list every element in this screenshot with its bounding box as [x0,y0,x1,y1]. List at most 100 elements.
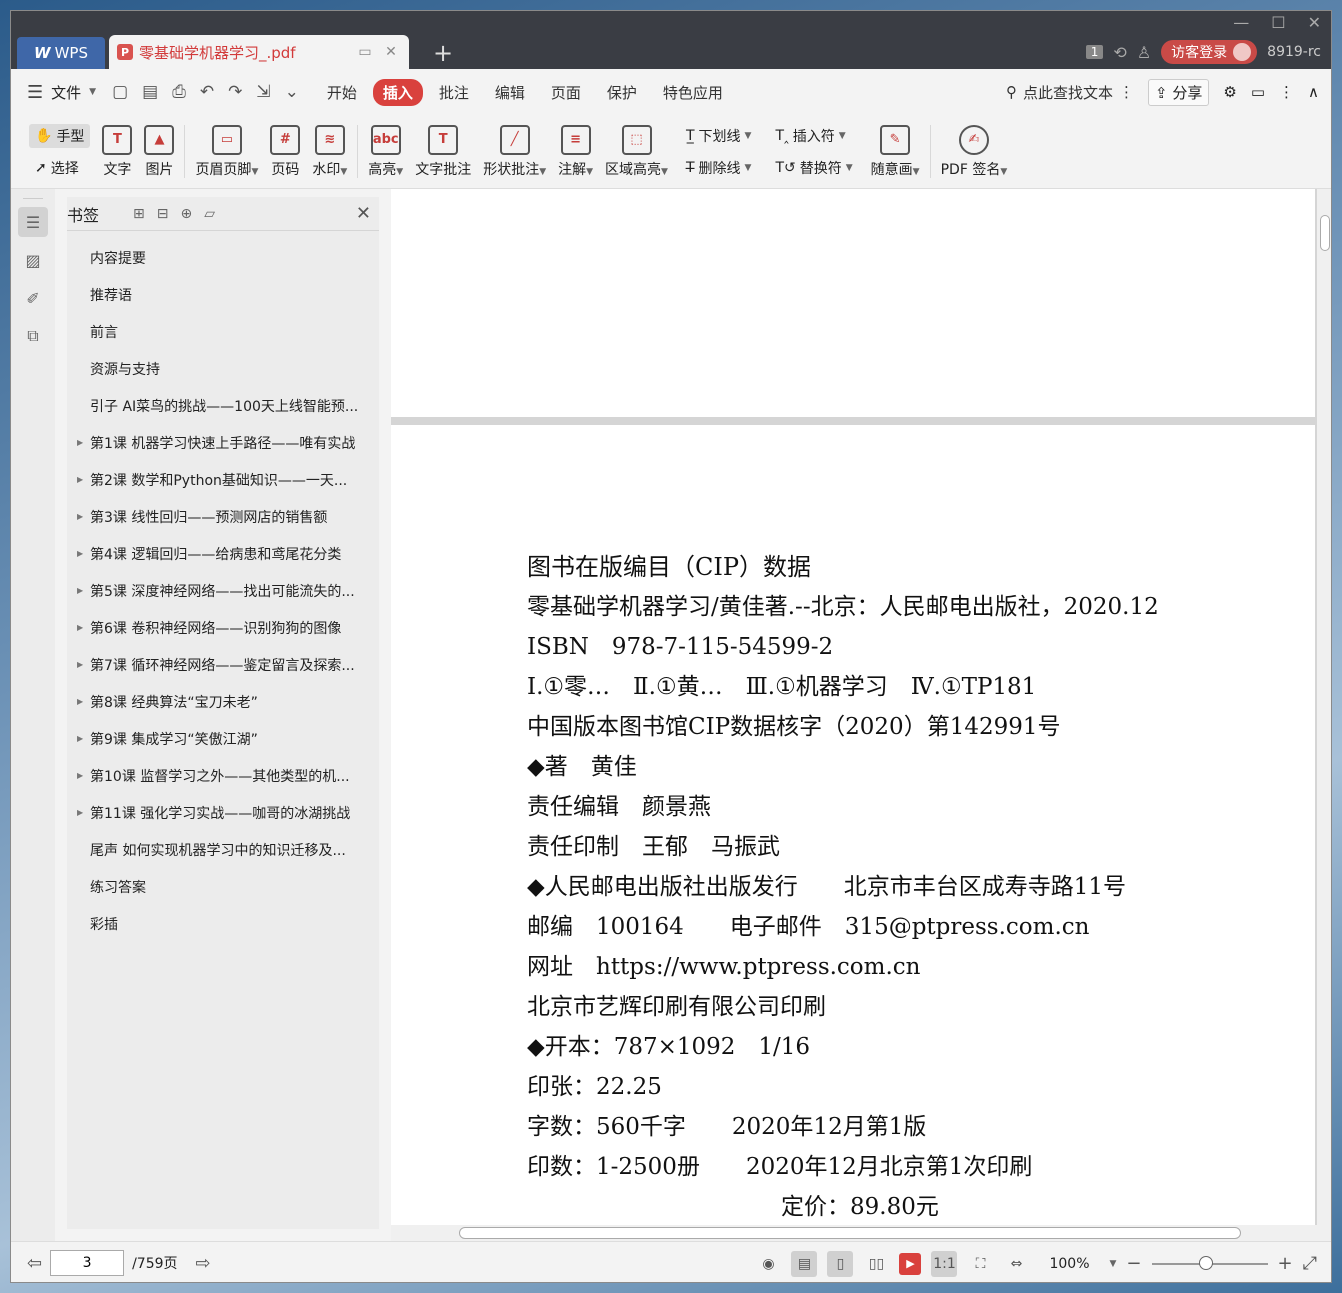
expand-arrow-icon[interactable]: ▶ [77,549,90,558]
eye-protection-icon[interactable]: ◉ [755,1251,781,1277]
horizontal-scrollbar[interactable] [391,1225,1317,1241]
zoom-level[interactable]: 100% [1039,1256,1099,1272]
window-count-badge[interactable]: 1 [1085,45,1104,59]
guest-login-button[interactable]: 访客登录 [1161,40,1258,64]
open-folder-icon[interactable]: ▢ [112,82,128,102]
zoom-slider[interactable] [1151,1255,1268,1270]
bookmark-item[interactable]: 尾声 如何实现机器学习中的知识迁移及... [67,831,379,868]
insert-image-button[interactable]: ▲ 图片 [138,115,180,188]
skin-shirt-icon[interactable]: ♙ [1137,43,1151,62]
bookmark-item[interactable]: 练习答案 [67,868,379,905]
document-tab[interactable]: P 零基础学机器学习_.pdf ▭ ✕ [109,35,409,69]
more-quick-access-icon[interactable]: ⌄ [285,82,299,102]
bookmark-item[interactable]: ▶ 第1课 机器学习快速上手路径——唯有实战 [67,424,379,461]
add-bookmark-icon[interactable]: ⊕ [180,206,192,222]
bookmark-item[interactable]: ▶ 第5课 深度神经网络——找出可能流失的... [67,572,379,609]
fullscreen-icon[interactable]: ⤢ [1303,1253,1317,1274]
previous-page-icon[interactable]: ⇦ [27,1253,42,1274]
tab-protect[interactable]: 保护 [597,79,647,106]
expand-arrow-icon[interactable]: ▶ [77,512,90,521]
bookmark-item[interactable]: ▶ 第11课 强化学习实战——咖哥的冰湖挑战 [67,794,379,831]
close-window-icon[interactable]: ✕ [1308,13,1321,32]
bookmark-item[interactable]: ▶ 第3课 线性回归——预测网店的销售额 [67,498,379,535]
bookmark-item[interactable]: ▶ 第10课 监督学习之外——其他类型的机... [67,757,379,794]
vertical-scrollbar[interactable] [1317,189,1331,1241]
bookmark-panel-icon[interactable]: ☰ [18,207,48,237]
tab-annotate[interactable]: 批注 [429,79,479,106]
expand-arrow-icon[interactable]: ▶ [77,734,90,743]
print-icon[interactable]: ⎙ [172,82,186,102]
tab-page[interactable]: 页面 [541,79,591,106]
highlight-button[interactable]: abc 高亮▼ [362,115,409,188]
single-page-view-icon[interactable]: ▯ [827,1250,854,1277]
zoom-dropdown-icon[interactable]: ▼ [1109,1259,1116,1269]
replace-char-button[interactable]: T↺ 替换符 ▼ [769,156,858,180]
bookmark-item[interactable]: ▶ 第6课 卷积神经网络——识别狗狗的图像 [67,609,379,646]
play-slideshow-icon[interactable]: ▶ [899,1252,922,1275]
tab-start[interactable]: 开始 [317,79,367,106]
attachment-icon[interactable]: ⧉ [18,321,48,351]
expand-arrow-icon[interactable]: ▶ [77,623,90,632]
two-page-view-icon[interactable]: ▯▯ [863,1251,889,1277]
bookmark-item[interactable]: 内容提要 [67,239,379,276]
continuous-view-icon[interactable]: ▤ [791,1250,818,1277]
watermark-button[interactable]: ≋ 水印▼ [306,115,353,188]
bookmark-item[interactable]: ▶ 第4课 逻辑回归——给病患和鸢尾花分类 [67,535,379,572]
expand-arrow-icon[interactable]: ▶ [77,475,90,484]
bookmark-item[interactable]: ▶ 第9课 集成学习“笑傲江湖” [67,720,379,757]
header-footer-button[interactable]: ▭ 页眉页脚▼ [189,115,264,188]
select-tool-button[interactable]: ➚ 选择 [29,156,90,180]
expand-arrow-icon[interactable]: ▶ [77,660,90,669]
bookmark-item[interactable]: ▶ 第7课 循环神经网络——鉴定留言及探索... [67,646,379,683]
thumbnail-icon[interactable]: ▨ [18,245,48,275]
insert-char-button[interactable]: T‸ 插入符 ▼ [769,124,858,148]
tab-insert[interactable]: 插入 [372,78,423,106]
page-number-button[interactable]: # 页码 [264,115,306,188]
expand-arrow-icon[interactable]: ▶ [77,771,90,780]
more-options-icon[interactable]: ⋮ [1279,83,1294,101]
cloud-sync-icon[interactable]: ⟲ [1113,43,1126,62]
save-icon[interactable]: ▤ [142,82,158,102]
bookmark-item[interactable]: 资源与支持 [67,350,379,387]
close-panel-icon[interactable]: ✕ [356,203,375,224]
vertical-scroll-thumb[interactable] [1320,215,1330,251]
export-icon[interactable]: ⇲ [256,82,270,102]
note-button[interactable]: ≡ 注解▼ [552,115,599,188]
zoom-out-icon[interactable]: − [1126,1253,1141,1274]
annotation-panel-icon[interactable]: ✐ [18,283,48,313]
tab-edit[interactable]: 编辑 [485,79,535,106]
delete-bookmark-icon[interactable]: ▱ [204,206,215,222]
bookmark-item[interactable]: 前言 [67,313,379,350]
hand-tool-button[interactable]: ✋ 手型 [29,123,91,148]
expand-arrow-icon[interactable]: ▶ [77,808,90,817]
insert-text-button[interactable]: T 文字 [96,115,138,188]
horizontal-scroll-thumb[interactable] [459,1227,1241,1239]
freehand-button[interactable]: ✎ 随意画▼ [865,115,926,188]
pdf-sign-button[interactable]: ✍ PDF 签名▼ [935,115,1014,188]
gear-icon[interactable]: ⚙ [1223,83,1236,101]
fit-page-icon[interactable]: ⛶ [967,1251,993,1277]
page-number-input[interactable] [50,1250,125,1276]
redo-icon[interactable]: ↷ [228,82,242,102]
document-viewport[interactable]: 图书在版编目（CIP）数据 零基础学机器学习/黄佳著.--北京：人民邮电出版社，2… [391,189,1317,1225]
actual-size-icon[interactable]: 1:1 [931,1250,958,1277]
next-page-icon[interactable]: ⇨ [196,1253,211,1274]
minimize-icon[interactable]: — [1233,13,1249,32]
bookmark-item[interactable]: ▶ 第8课 经典算法“宝刀未老” [67,683,379,720]
underline-button[interactable]: T̲ 下划线 ▼ [680,124,757,148]
share-button[interactable]: ⇪ 分享 [1148,78,1210,106]
more-vertical-icon[interactable]: ⋮ [1119,83,1134,101]
new-tab-button[interactable]: + [433,39,453,67]
text-annotation-button[interactable]: T 文字批注 [409,115,477,188]
bookmark-item[interactable]: ▶ 第2课 数学和Python基础知识——一天... [67,461,379,498]
area-highlight-button[interactable]: ⬚ 区域高亮▼ [599,115,674,188]
find-text-button[interactable]: ⚲ 点此查找文本 ⋮ [1006,82,1134,103]
tab-special[interactable]: 特色应用 [653,79,733,106]
expand-arrow-icon[interactable]: ▶ [77,697,90,706]
wps-home-tab[interactable]: W WPS [17,37,105,69]
zoom-in-icon[interactable]: + [1278,1253,1293,1274]
hamburger-menu-icon[interactable]: ☰ [27,82,43,103]
comment-icon[interactable]: ▭ [1251,83,1265,101]
shape-annotation-button[interactable]: ╱ 形状批注▼ [477,115,552,188]
expand-arrow-icon[interactable]: ▶ [77,586,90,595]
